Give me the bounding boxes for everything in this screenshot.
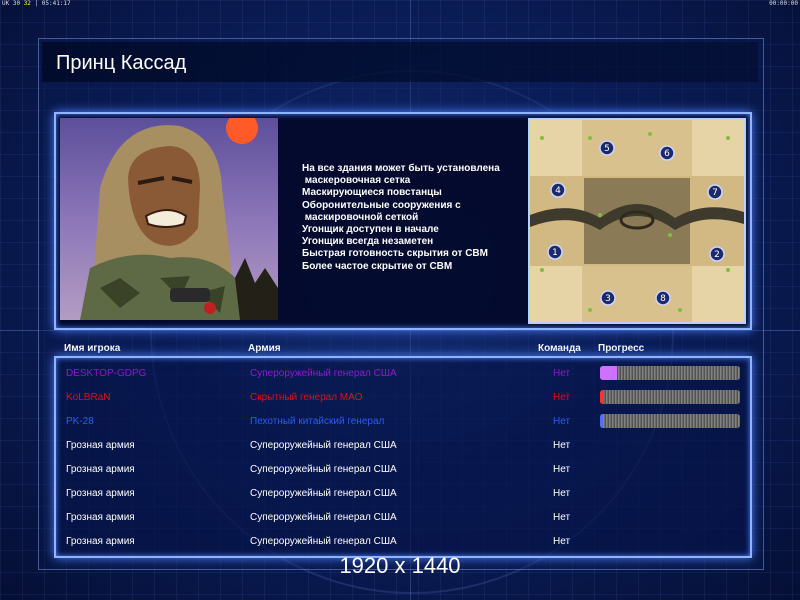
- player-row[interactable]: Грозная армия Супероружейный генерал США Н…: [56, 434, 750, 458]
- feature-line: На все здания может быть установлена: [302, 163, 500, 174]
- player-name: KoLBRaN: [66, 392, 111, 403]
- map-slot-1: 1: [547, 244, 563, 260]
- svg-text:6: 6: [664, 149, 670, 159]
- general-portrait: [60, 118, 278, 320]
- svg-text:1: 1: [552, 248, 558, 258]
- player-army[interactable]: Супероружейный генерал США: [250, 464, 397, 475]
- svg-text:7: 7: [712, 188, 718, 198]
- player-army[interactable]: Супероружейный генерал США: [250, 368, 397, 379]
- player-row[interactable]: KoLBRaN Скрытный генерал МАО Нет: [56, 386, 750, 410]
- player-roster: DESKTOP-GDPG Супероружейный генерал США Не…: [54, 356, 752, 558]
- player-army[interactable]: Пехотный китайский генерал: [250, 416, 384, 427]
- header-player-name: Имя игрока: [64, 343, 121, 354]
- header-progress: Прогресс: [598, 343, 645, 354]
- player-row[interactable]: Грозная армия Супероружейный генерал США Н…: [56, 506, 750, 530]
- map-slot-5: 5: [599, 140, 615, 156]
- player-progress-fill: [600, 390, 605, 404]
- player-row[interactable]: Грозная армия Супероружейный генерал США Н…: [56, 458, 750, 482]
- feature-line: Угонщик доступен в начале: [302, 224, 439, 236]
- feature-line: Быстрая готовность скрытия от СВМ: [302, 248, 488, 260]
- feature-line: Оборонительные сооружения с: [302, 199, 461, 211]
- player-name: Грозная армия: [66, 488, 135, 499]
- player-name: Грозная армия: [66, 536, 135, 547]
- player-name: Грозная армия: [66, 512, 135, 523]
- svg-text:2: 2: [714, 250, 720, 260]
- svg-text:3: 3: [605, 294, 611, 304]
- player-team[interactable]: Нет: [553, 464, 570, 475]
- player-row[interactable]: Грозная армия Супероружейный генерал США Н…: [56, 482, 750, 506]
- map-slot-4: 4: [550, 182, 566, 198]
- feature-line: маскеровочная сетка: [302, 175, 411, 187]
- map-slot-2: 2: [709, 246, 725, 262]
- feature-line: Маскирующиеся повстанцы: [302, 187, 442, 199]
- player-progress-fill: [600, 366, 617, 380]
- player-progress-fill: [600, 414, 603, 428]
- player-army[interactable]: Супероружейный генерал США: [250, 512, 397, 523]
- map-preview[interactable]: 1 2 3 4 5 6 7 8: [528, 118, 746, 324]
- player-row[interactable]: PK-28 Пехотный китайский генерал Нет: [56, 410, 750, 434]
- resolution-label: 1920 x 1440: [339, 553, 461, 578]
- player-team[interactable]: Нет: [553, 368, 570, 379]
- player-army[interactable]: Супероружейный генерал США: [250, 536, 397, 547]
- player-army[interactable]: Супероружейный генерал США: [250, 488, 397, 499]
- player-row[interactable]: DESKTOP-GDPG Супероружейный генерал США Не…: [56, 362, 750, 386]
- header-army: Армия: [248, 343, 281, 354]
- debug-left: UK 30 32 | 05:41:17: [2, 0, 71, 7]
- player-team[interactable]: Нет: [553, 488, 570, 499]
- player-name: Грозная армия: [66, 464, 135, 475]
- player-progress-bar: [600, 414, 740, 428]
- map-slot-7: 7: [707, 184, 723, 200]
- player-team[interactable]: Нет: [553, 416, 570, 427]
- debug-clock: 00:00:00: [769, 0, 798, 7]
- player-name: Грозная армия: [66, 440, 135, 451]
- map-slot-8: 8: [655, 290, 671, 306]
- debug-bar: UK 30 32 | 05:41:17 00:00:00: [0, 0, 800, 8]
- player-army[interactable]: Скрытный генерал МАО: [250, 392, 362, 403]
- svg-text:8: 8: [660, 294, 666, 304]
- map-slot-6: 6: [659, 145, 675, 161]
- svg-text:5: 5: [604, 144, 610, 154]
- player-row[interactable]: Грозная армия Супероружейный генерал США Н…: [56, 530, 750, 554]
- map-image: 1 2 3 4 5 6 7 8: [530, 120, 744, 322]
- general-features: На все здания может быть установлена мас…: [302, 163, 500, 273]
- player-team[interactable]: Нет: [553, 440, 570, 451]
- player-team[interactable]: Нет: [553, 536, 570, 547]
- feature-line: Угонщик всегда незаметен: [302, 236, 434, 248]
- feature-line: Более частое скрытие от СВМ: [302, 260, 453, 272]
- player-team[interactable]: Нет: [553, 392, 570, 403]
- general-title: Принц Кассад: [56, 52, 187, 74]
- svg-text:4: 4: [555, 186, 561, 196]
- player-progress-bar: [600, 390, 740, 404]
- player-team[interactable]: Нет: [553, 512, 570, 523]
- player-army[interactable]: Супероружейный генерал США: [250, 440, 397, 451]
- header-team: Команда: [538, 343, 581, 354]
- feature-line: маскировочной сеткой: [302, 211, 419, 223]
- portrait-image: [60, 118, 278, 320]
- player-name: DESKTOP-GDPG: [66, 368, 147, 379]
- player-progress-bar: [600, 366, 740, 380]
- player-name: PK-28: [66, 416, 94, 427]
- map-slot-3: 3: [600, 290, 616, 306]
